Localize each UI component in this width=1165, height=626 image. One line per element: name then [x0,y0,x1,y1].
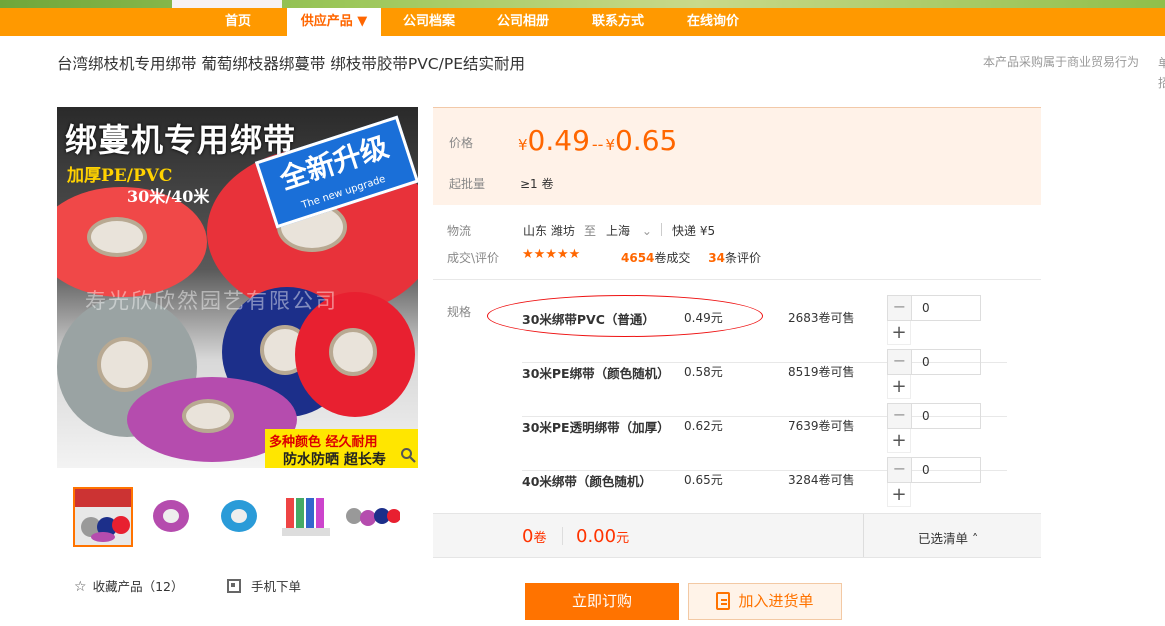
order-now-button[interactable]: 立即订购 [525,583,679,620]
spec-name: 30米PE绑带（颜色随机） [522,366,670,381]
add-to-cart-button[interactable]: 加入进货单 [688,583,842,620]
increment-button[interactable]: + [887,429,911,453]
star-outline-icon: ☆ [74,579,87,595]
spec-price: 0.58元 [684,365,723,379]
nav-home[interactable]: 首页 [207,8,269,36]
thumbnail-5[interactable] [341,487,401,547]
summary-total: 0.00元 [576,526,630,547]
nav-inquiry[interactable]: 在线询价 [677,8,749,36]
increment-button[interactable]: + [887,483,911,507]
summary-quantity: 0卷 [522,526,547,547]
spec-price: 0.62元 [684,419,723,433]
quantity-stepper[interactable]: − 0 [887,295,981,321]
quantity-input[interactable]: 0 [922,301,930,315]
highlight-oval [487,295,763,337]
trade-note-overflow: 单招 [1158,56,1165,90]
main-nav: 首页 供应产品 ▼ 公司档案 公司相册 联系方式 在线询价 [0,8,1165,36]
quantity-stepper[interactable]: − 0 [887,457,981,483]
quantity-input[interactable]: 0 [922,463,930,477]
moq-value: ≥1 卷 [520,177,554,191]
product-main-image[interactable]: 绑蔓机专用绑带 加厚PE/PVC 30米/40米 全新升级 The new up… [57,107,418,468]
quantity-input[interactable]: 0 [922,409,930,423]
increment-button[interactable]: + [887,321,911,345]
spec-stock: 2683卷可售 [788,311,855,325]
ship-to-word: 至 [584,224,597,238]
logistics-label: 物流 [447,224,472,238]
thumbnail-4[interactable] [277,487,337,547]
nav-products[interactable]: 供应产品 ▼ [287,8,381,36]
deals-label: 成交\评价 [447,251,500,265]
search-icon[interactable] [400,447,416,467]
ship-from: 山东 潍坊 [523,224,575,238]
thumbnail-1[interactable] [73,487,133,547]
spec-stock: 8519卷可售 [788,365,855,379]
qrcode-icon [227,579,241,593]
divider [562,527,563,545]
image-feature-tag: 多种颜色 经久耐用 防水防晒 超长寿 [265,429,418,468]
product-title: 台湾绑枝机专用绑带 葡萄绑枝器绑蔓带 绑枝带胶带PVC/PE结实耐用 [57,55,525,73]
quantity-stepper[interactable]: − 0 [887,403,981,429]
mobile-order-button[interactable]: 手机下单 [227,576,301,595]
thumbnail-3[interactable] [209,487,269,547]
price-label: 价格 [449,136,474,150]
price-range: ¥0.49 -- ¥0.65 [518,124,678,157]
spec-price: 0.65元 [684,473,723,487]
favorite-product-button[interactable]: ☆ 收藏产品（12） [74,576,183,595]
divider [661,223,662,236]
top-banner-strip [0,0,1165,8]
trade-note: 本产品采购属于商业贸易行为 [983,55,1140,69]
nav-contact[interactable]: 联系方式 [582,8,654,36]
deals-summary[interactable]: 4654卷成交 34条评价 [621,249,761,266]
image-headline: 绑蔓机专用绑带 [65,121,297,159]
spec-stock: 7639卷可售 [788,419,855,433]
moq-label: 起批量 [449,177,486,191]
quantity-stepper[interactable]: − 0 [887,349,981,375]
chevron-down-icon: ⌄ [641,224,652,238]
spec-stock: 3284卷可售 [788,473,855,487]
spec-label: 规格 [447,305,472,319]
shipping-fee: 快递 ¥5 [672,224,716,238]
increment-button[interactable]: + [887,375,911,399]
image-sub2: 30米/40米 [127,187,210,206]
divider [433,279,1041,280]
spec-name: 40米绑带（颜色随机） [522,474,652,489]
rating-stars: ★★★★★ [522,247,581,262]
selected-list-toggle[interactable]: 已选清单 ˄ [918,528,978,547]
image-watermark: 寿光欣欣然园艺有限公司 [85,289,338,313]
clipboard-icon [716,592,731,610]
decrement-button[interactable]: − [888,458,912,482]
quantity-input[interactable]: 0 [922,355,930,369]
nav-company-profile[interactable]: 公司档案 [393,8,465,36]
spec-name: 30米PE透明绑带（加厚） [522,420,670,435]
decrement-button[interactable]: − [888,296,912,320]
decrement-button[interactable]: − [888,350,912,374]
thumbnail-2[interactable] [141,487,201,547]
nav-company-album[interactable]: 公司相册 [487,8,559,36]
decrement-button[interactable]: − [888,404,912,428]
ship-to-select[interactable]: 上海 ⌄ [606,222,652,239]
